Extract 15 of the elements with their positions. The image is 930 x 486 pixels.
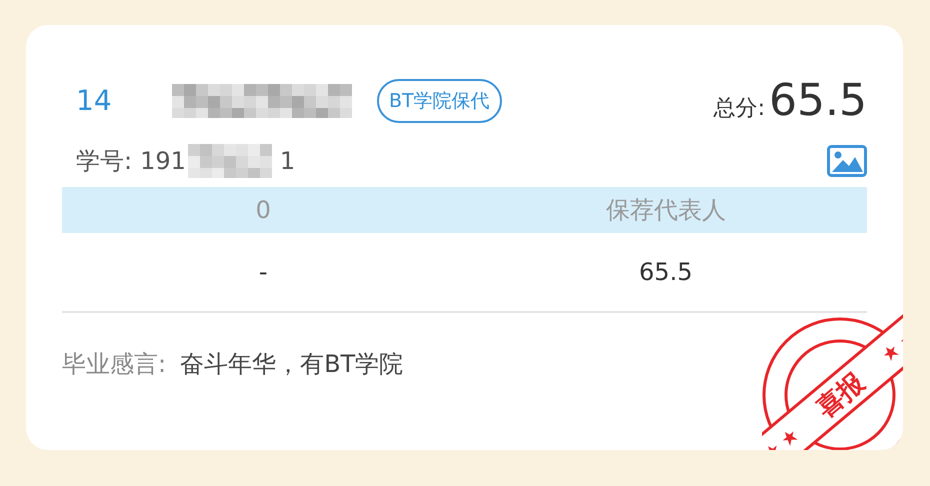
total-label: 总分: (714, 95, 766, 123)
category-badge: BT学院保代 (377, 79, 502, 123)
column-header: 保荐代表人 (604, 195, 727, 226)
rank-number: 14 (75, 83, 113, 119)
student-id-label: 学号: (76, 146, 132, 177)
table-cell-text: - (258, 257, 269, 288)
student-id-start: 191 (140, 146, 186, 177)
total-score: 65.5 (769, 74, 867, 128)
image-icon[interactable] (827, 145, 867, 177)
student-id-end: 1 (280, 146, 296, 177)
stamp-text: 喜报 (811, 368, 870, 424)
table-cell-text: 65.5 (638, 257, 694, 288)
motto-label: 毕业感言: (62, 349, 166, 380)
motto-text: 奋斗年华，有BT学院 (180, 349, 404, 380)
column-header: 0 (254, 195, 272, 226)
